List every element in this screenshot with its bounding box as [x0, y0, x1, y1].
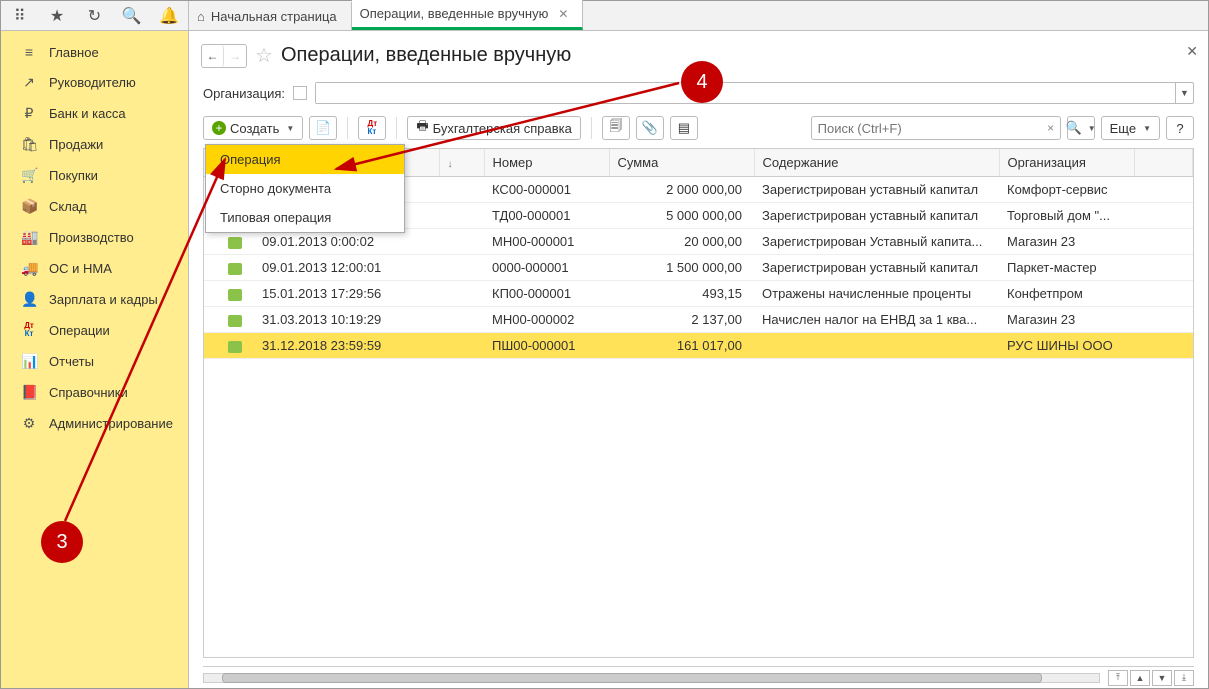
- callout-4: 4: [681, 61, 723, 103]
- document-icon: [228, 341, 242, 353]
- table-row[interactable]: 09.01.2013 12:00:010000-0000011 500 000,…: [204, 255, 1193, 281]
- col-extra[interactable]: [1134, 149, 1193, 177]
- document-icon: [228, 315, 242, 327]
- table-row[interactable]: 31.12.2018 23:59:59ПШ00-000001161 017,00…: [204, 333, 1193, 359]
- tab-operations[interactable]: Операции, введенные вручную ✕: [352, 0, 584, 30]
- scroll-thumb[interactable]: [222, 673, 1042, 683]
- print-icon: 🖶: [416, 117, 428, 139]
- caret-icon: ▼: [286, 124, 294, 133]
- search-box[interactable]: ×: [811, 116, 1061, 140]
- copy2-button[interactable]: 🗐: [602, 116, 630, 140]
- forward-button[interactable]: →: [224, 45, 246, 67]
- search-icon[interactable]: 🔍: [115, 6, 149, 26]
- find-button[interactable]: 🔍▼: [1067, 116, 1095, 140]
- main-area: ≡Главное ↗Руководителю ₽Банк и касса 🛍Пр…: [1, 31, 1208, 688]
- table-row[interactable]: 31.03.2013 10:19:29МН00-0000022 137,00На…: [204, 307, 1193, 333]
- ruble-icon: ₽: [21, 105, 37, 122]
- scroll-top-button[interactable]: ⤒: [1108, 670, 1128, 686]
- chart-up-icon: ↗: [21, 74, 37, 91]
- person-icon: 👤: [21, 291, 37, 308]
- document-icon: [228, 289, 242, 301]
- close-icon[interactable]: ✕: [558, 7, 568, 21]
- org-select[interactable]: ▼: [315, 82, 1194, 104]
- sidebar-item-sales[interactable]: 🛍Продажи: [1, 129, 188, 160]
- dtkt-button[interactable]: ДтКт: [358, 116, 386, 140]
- chevron-down-icon[interactable]: ▼: [1175, 83, 1193, 103]
- dd-item-typical[interactable]: Типовая операция: [206, 203, 404, 232]
- sidebar-item-manager[interactable]: ↗Руководителю: [1, 67, 188, 98]
- dd-item-operation[interactable]: Операция: [206, 145, 404, 174]
- page-title: Операции, введенные вручную: [281, 44, 571, 67]
- org-label: Организация:: [203, 86, 285, 101]
- bag-icon: 🛍: [21, 136, 37, 153]
- scroll-down-button[interactable]: ▼: [1152, 670, 1172, 686]
- table-row[interactable]: 15.01.2013 17:29:56КП00-000001493,15Отра…: [204, 281, 1193, 307]
- back-button[interactable]: ←: [202, 45, 224, 67]
- menu-icon: ≡: [21, 44, 37, 60]
- copy-button[interactable]: 📄: [309, 116, 337, 140]
- home-icon: ⌂: [197, 9, 205, 24]
- dtkt-icon: ДтКт: [21, 322, 37, 339]
- sidebar-item-admin[interactable]: ⚙Администрирование: [1, 408, 188, 439]
- col-descr[interactable]: Содержание: [754, 149, 999, 177]
- col-org[interactable]: Организация: [999, 149, 1134, 177]
- list-button[interactable]: ▤: [670, 116, 698, 140]
- sort-asc-icon: ↓: [448, 159, 453, 170]
- history-icon[interactable]: ↻: [77, 6, 111, 26]
- search-input[interactable]: [812, 121, 1042, 136]
- plus-icon: +: [212, 121, 226, 135]
- star-icon[interactable]: ★: [40, 6, 74, 26]
- sidebar: ≡Главное ↗Руководителю ₽Банк и касса 🛍Пр…: [1, 31, 189, 688]
- sidebar-item-purchases[interactable]: 🛒Покупки: [1, 160, 188, 191]
- sidebar-item-production[interactable]: 🏭Производство: [1, 222, 188, 253]
- scroll-up-button[interactable]: ▲: [1130, 670, 1150, 686]
- gear-icon: ⚙: [21, 415, 37, 432]
- callout-3: 3: [41, 521, 83, 563]
- create-button[interactable]: + Создать ▼: [203, 116, 303, 140]
- col-sort[interactable]: ↓: [439, 149, 484, 177]
- sidebar-item-main[interactable]: ≡Главное: [1, 37, 188, 67]
- tab-home[interactable]: ⌂ Начальная страница: [189, 2, 352, 30]
- org-checkbox[interactable]: [293, 86, 307, 100]
- apps-icon[interactable]: ⠿: [3, 6, 37, 26]
- scroll-track[interactable]: [203, 673, 1100, 683]
- tabs: ⌂ Начальная страница Операции, введенные…: [189, 1, 583, 30]
- scroll-bottom-button[interactable]: ⤓: [1174, 670, 1194, 686]
- content: ✕ ← → ☆ Операции, введенные вручную Орга…: [189, 31, 1208, 688]
- document-icon: [228, 263, 242, 275]
- dd-item-storno[interactable]: Сторно документа: [206, 174, 404, 203]
- close-page-button[interactable]: ✕: [1186, 43, 1198, 60]
- col-sum[interactable]: Сумма: [609, 149, 754, 177]
- sidebar-item-bank[interactable]: ₽Банк и касса: [1, 98, 188, 129]
- sidebar-item-assets[interactable]: 🚚ОС и НМА: [1, 253, 188, 284]
- barchart-icon: 📊: [21, 353, 37, 370]
- sidebar-item-operations[interactable]: ДтКтОперации: [1, 315, 188, 346]
- sidebar-item-hr[interactable]: 👤Зарплата и кадры: [1, 284, 188, 315]
- create-dropdown: Операция Сторно документа Типовая операц…: [205, 144, 405, 233]
- scroll-controls: ⤒ ▲ ▼ ⤓: [203, 666, 1194, 688]
- sidebar-item-reports[interactable]: 📊Отчеты: [1, 346, 188, 377]
- sidebar-item-catalogs[interactable]: 📕Справочники: [1, 377, 188, 408]
- org-input[interactable]: [316, 83, 1175, 103]
- cart-icon: 🛒: [21, 167, 37, 184]
- favorite-star-icon[interactable]: ☆: [255, 43, 273, 68]
- box-icon: 📦: [21, 198, 37, 215]
- accounting-ref-button[interactable]: 🖶 Бухгалтерская справка: [407, 116, 581, 140]
- factory-icon: 🏭: [21, 229, 37, 246]
- top-icon-group: ⠿ ★ ↻ 🔍 🔔: [1, 1, 189, 30]
- bell-icon[interactable]: 🔔: [152, 6, 186, 26]
- toolbar: + Создать ▼ Операция Сторно документа Ти…: [193, 112, 1204, 148]
- tab-label: Начальная страница: [211, 9, 337, 24]
- col-number[interactable]: Номер: [484, 149, 609, 177]
- document-icon: [228, 237, 242, 249]
- truck-icon: 🚚: [21, 260, 37, 277]
- top-bar: ⠿ ★ ↻ 🔍 🔔 ⌂ Начальная страница Операции,…: [1, 1, 1208, 31]
- clear-icon[interactable]: ×: [1042, 121, 1060, 135]
- tab-label: Операции, введенные вручную: [360, 6, 549, 21]
- help-button[interactable]: ?: [1166, 116, 1194, 140]
- sidebar-item-stock[interactable]: 📦Склад: [1, 191, 188, 222]
- more-button[interactable]: Еще▼: [1101, 116, 1160, 140]
- attach-button[interactable]: 📎: [636, 116, 664, 140]
- book-icon: 📕: [21, 384, 37, 401]
